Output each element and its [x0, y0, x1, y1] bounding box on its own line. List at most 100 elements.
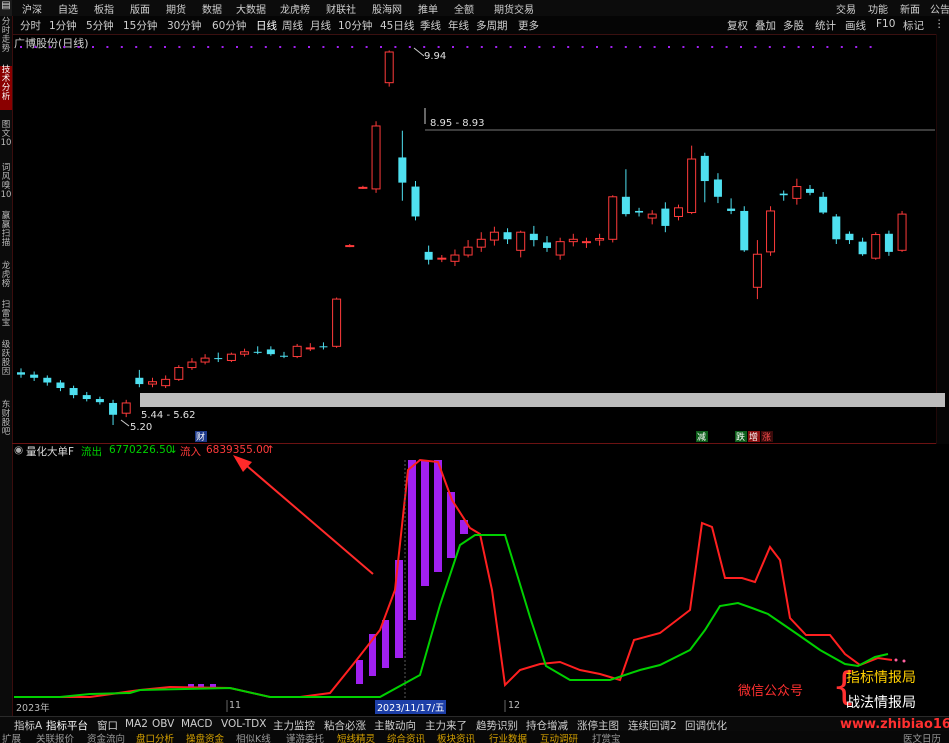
status-dashangbao[interactable]: 打赏宝 — [592, 731, 621, 743]
signal-dot — [581, 46, 584, 48]
status-bankuai-zixun[interactable]: 板块资讯 — [437, 731, 475, 743]
candle-body — [779, 193, 788, 196]
signal-dot — [149, 46, 152, 48]
status-kuozhan[interactable]: 扩展 — [2, 731, 21, 743]
candle-body — [411, 186, 420, 217]
signal-dot — [308, 46, 310, 48]
candle-body — [661, 208, 670, 226]
candle-body — [450, 254, 460, 262]
tab-ma2[interactable]: MA2 — [125, 718, 148, 730]
candle — [411, 181, 420, 221]
candle-body — [69, 388, 78, 396]
pink-dots-right — [894, 658, 906, 663]
candle-body — [766, 210, 776, 253]
purple-bar — [210, 684, 216, 687]
signal-dot — [106, 46, 109, 48]
candle-body — [332, 298, 342, 347]
signal-dot — [711, 46, 714, 48]
candle — [280, 351, 288, 359]
signal-dot — [63, 46, 66, 48]
signal-dot — [653, 46, 656, 48]
low-price-label: 5.20 — [130, 422, 152, 433]
candle — [871, 232, 881, 260]
candle — [384, 50, 394, 87]
status-hangye-shuju[interactable]: 行业数据 — [489, 731, 527, 743]
signal-dot — [164, 46, 166, 48]
signal-dot — [178, 46, 181, 48]
candle — [529, 225, 538, 247]
candle — [121, 399, 131, 418]
tab-vol-tdx[interactable]: VOL-TDX — [221, 718, 266, 730]
status-guanlian-baojia[interactable]: 关联报价 — [36, 731, 74, 743]
status-zonghe-zixun[interactable]: 综合资讯 — [387, 731, 425, 743]
candle-body — [240, 351, 250, 355]
status-pankou-fenxi[interactable]: 盘口分析 — [136, 731, 174, 743]
status-jinyou-weituo[interactable]: 谨游委托 — [286, 731, 324, 743]
candle-body — [371, 125, 381, 190]
candle-body — [752, 253, 762, 288]
candle-body — [17, 372, 25, 375]
candle-body — [30, 374, 39, 378]
status-zijin-liuxiang[interactable]: 资金流向 — [87, 731, 125, 743]
candle-body — [437, 257, 447, 260]
marker-jian: 减 — [697, 431, 706, 443]
candle — [740, 206, 749, 252]
candle-body — [674, 207, 683, 217]
status-hudong-diaoyan[interactable]: 互动调研 — [540, 731, 578, 743]
candle — [727, 198, 736, 215]
marker-zhang: 涨 — [762, 432, 771, 443]
candle-body — [266, 349, 275, 355]
candle-body — [56, 382, 65, 389]
candle — [226, 352, 236, 363]
candle-body — [792, 186, 802, 199]
signal-dot — [423, 46, 426, 48]
candle-body — [319, 346, 328, 348]
candle — [897, 210, 907, 252]
gray-band-label: 5.44 - 5.62 — [141, 410, 196, 421]
status-duanxian-jingling[interactable]: 短线精灵 — [337, 731, 375, 743]
signal-dot — [524, 46, 526, 48]
signal-dot — [48, 46, 51, 48]
candle — [647, 210, 657, 225]
candle-body — [621, 196, 630, 215]
date-cursor-label: 2023/11/17/五 — [375, 700, 447, 714]
status-xiangsi-kxian[interactable]: 相似K线 — [236, 731, 271, 743]
purple-bar — [447, 492, 455, 558]
signal-dots-row — [20, 46, 872, 48]
kline-chart[interactable]: 9.94 8.95 - 8.93 5.44 - 5.62 5.20 财 减 跌 … — [0, 0, 949, 460]
signal-dot — [596, 46, 598, 48]
date-month-12: 12 — [508, 700, 521, 711]
candle — [621, 169, 630, 217]
signal-dot — [509, 46, 512, 48]
purple-bar — [408, 460, 416, 620]
signal-dot — [322, 46, 325, 48]
candle-body — [568, 238, 578, 243]
signal-dot — [466, 46, 469, 48]
signal-dot — [797, 46, 800, 48]
candle-body — [292, 345, 302, 358]
candle — [450, 249, 460, 267]
candle-body — [174, 367, 184, 380]
candle-body — [187, 361, 197, 369]
candle-body — [214, 358, 223, 360]
annotation-arrow-shaft — [239, 459, 374, 575]
purple-volume-bars — [188, 460, 468, 687]
candle — [608, 195, 618, 243]
signal-dot — [538, 46, 541, 48]
candle-body — [845, 233, 854, 241]
candle-body — [95, 399, 104, 403]
candle — [543, 236, 551, 252]
candle-body — [858, 241, 867, 255]
candle-body — [121, 402, 131, 414]
tab-obv[interactable]: OBV — [152, 718, 174, 730]
candle-body — [871, 234, 881, 259]
high-price-label: 9.94 — [424, 51, 446, 62]
status-calendar[interactable]: 医文日历 — [903, 731, 941, 743]
high-marker-line — [413, 47, 425, 57]
signal-dot — [725, 46, 728, 48]
candle-body — [398, 157, 407, 183]
candle — [832, 214, 841, 245]
status-caopan-zijin[interactable]: 操盘资金 — [186, 731, 224, 743]
tab-macd[interactable]: MACD — [181, 718, 212, 730]
signal-dot — [624, 46, 627, 48]
